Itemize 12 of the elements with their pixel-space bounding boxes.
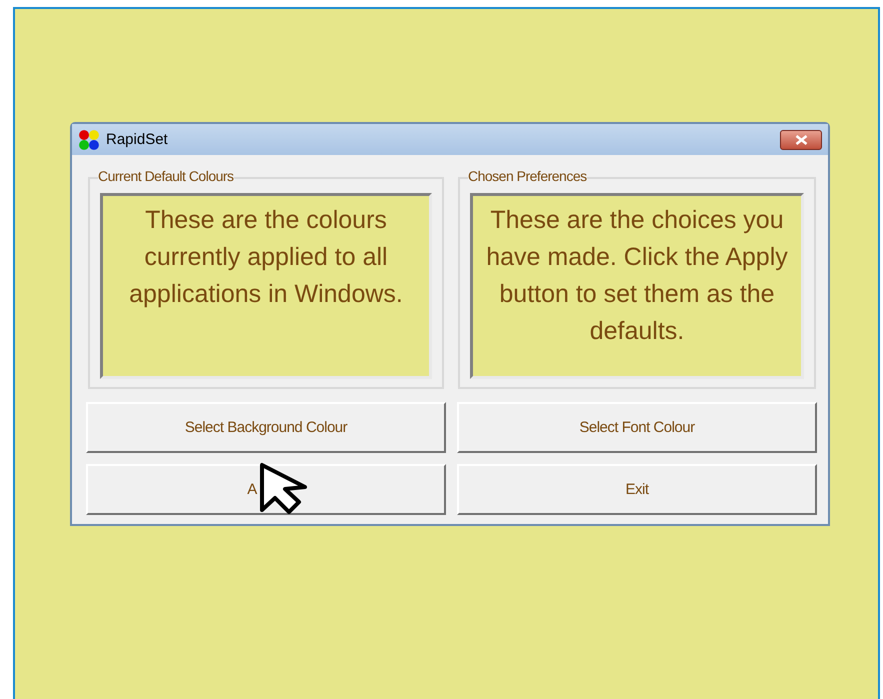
close-icon	[794, 134, 808, 144]
group-title: Current Default Colours	[98, 168, 234, 184]
dialog-button[interactable]: Select Background Colour	[86, 402, 446, 453]
preview-text: These are the colours currently applied to all applications in Windows.	[128, 205, 404, 310]
dialog-button[interactable]: A	[86, 464, 446, 515]
window-title: RapidSet	[106, 131, 169, 148]
close-button[interactable]	[780, 130, 822, 150]
group-title: Chosen Preferences	[468, 168, 587, 184]
colour-dots-icon	[78, 128, 100, 150]
dialog-button[interactable]: Exit	[457, 464, 817, 515]
dialog-button[interactable]: Select Font Colour	[457, 402, 817, 453]
preview-text: These are the choices you have made. Click the Apply button to set them as the defaults.	[485, 205, 789, 347]
